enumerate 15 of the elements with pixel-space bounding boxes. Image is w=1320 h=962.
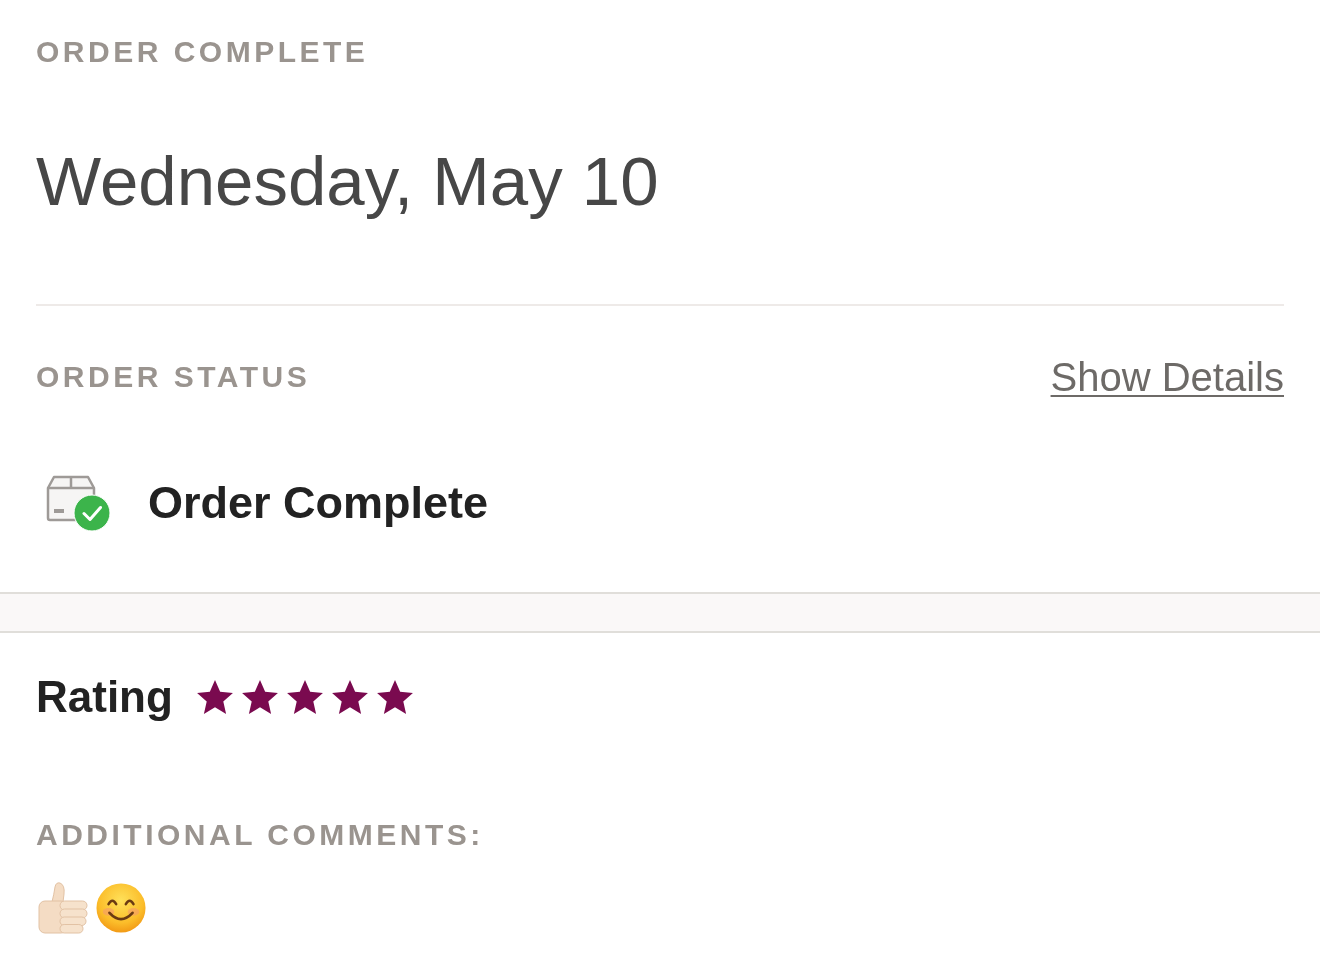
- star-icon: [241, 680, 278, 714]
- star-icon: [331, 680, 368, 714]
- order-status-text: Order Complete: [148, 477, 489, 529]
- star-icon: [196, 680, 233, 714]
- smiling-face-icon: [96, 882, 146, 934]
- section-label: ORDER COMPLETE: [36, 34, 370, 70]
- rating-label: Rating: [36, 672, 173, 722]
- order-date: Wednesday, May 10: [36, 142, 660, 222]
- star-icon: [376, 680, 413, 714]
- star-icon: [286, 680, 323, 714]
- section-label: ADDITIONAL COMMENTS:: [36, 817, 485, 853]
- section-label: ORDER STATUS: [36, 359, 311, 395]
- thumbs-up-icon: [38, 882, 88, 934]
- package-check-icon: [45, 474, 111, 532]
- show-details-link[interactable]: Show Details: [1050, 354, 1284, 400]
